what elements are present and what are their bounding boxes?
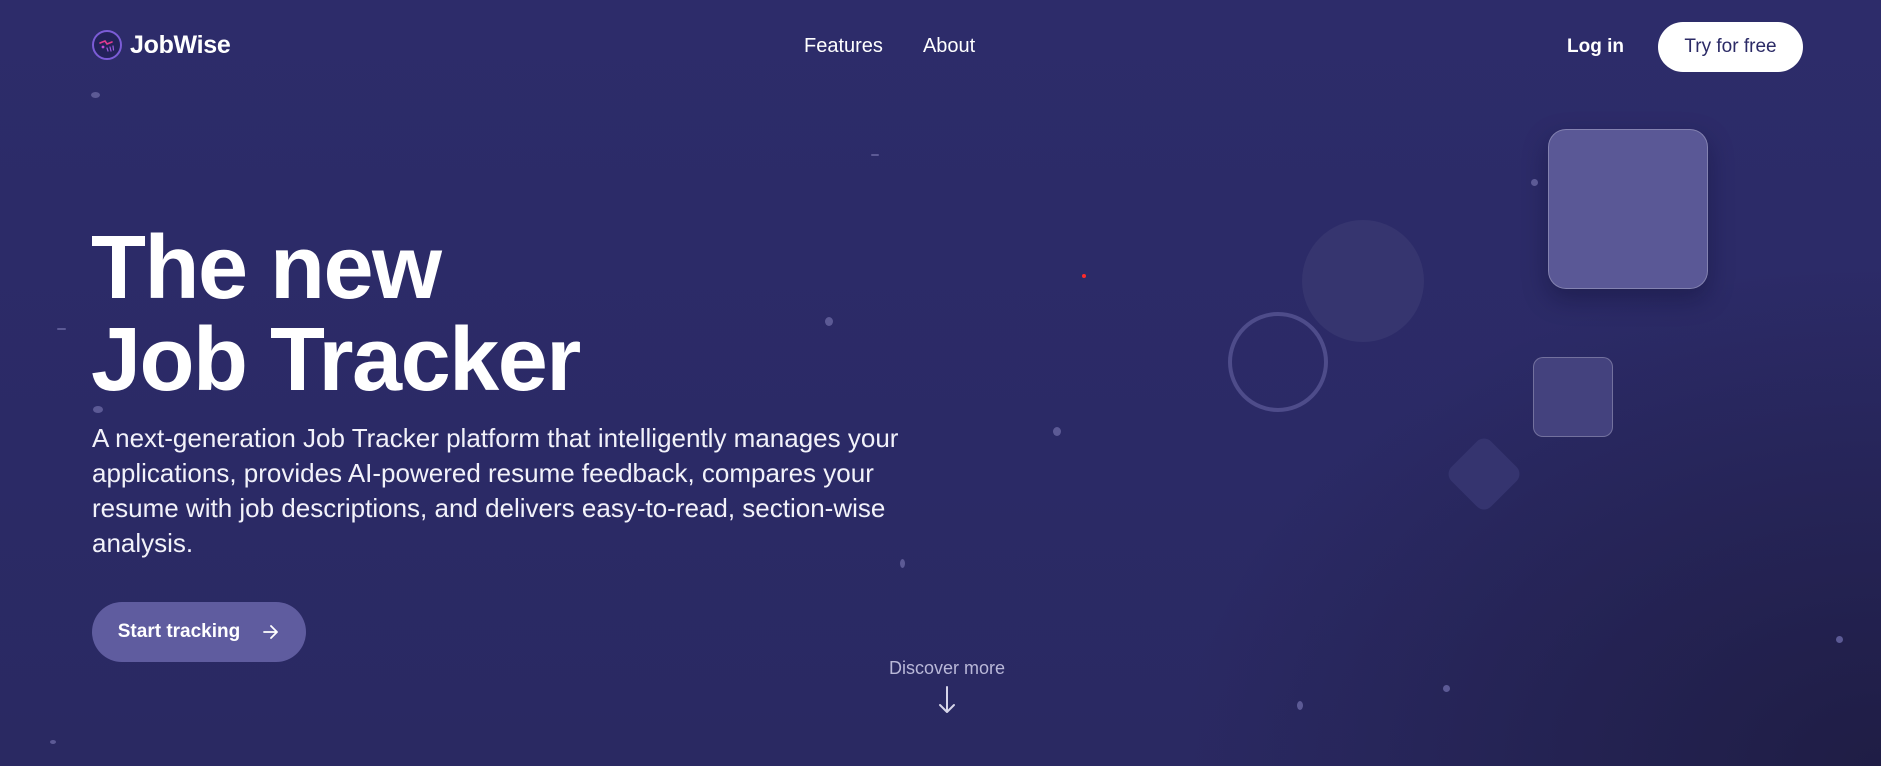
hero-description: A next-generation Job Tracker platform t… bbox=[92, 423, 899, 558]
hero-title-line-1: The new bbox=[91, 218, 442, 318]
login-link[interactable]: Log in bbox=[1567, 36, 1624, 58]
decorative-dot bbox=[91, 92, 100, 98]
decorative-circle bbox=[1302, 220, 1424, 342]
decorative-diamond bbox=[1444, 434, 1524, 514]
start-tracking-button[interactable]: Start tracking bbox=[92, 602, 306, 662]
decorative-dash bbox=[57, 328, 66, 330]
decorative-square-small bbox=[1533, 357, 1613, 437]
arrow-right-icon bbox=[262, 624, 280, 640]
decorative-dash bbox=[871, 154, 879, 156]
hero-title: The new Job Tracker bbox=[91, 218, 581, 410]
nav-link-features[interactable]: Features bbox=[804, 35, 883, 58]
top-nav: JobWise Features About Log in Try for fr… bbox=[0, 0, 1881, 95]
decorative-dot bbox=[1836, 636, 1843, 643]
decorative-dot bbox=[1443, 685, 1450, 692]
decorative-dot bbox=[1053, 427, 1061, 436]
decorative-ring bbox=[1228, 312, 1328, 412]
brand-name: JobWise bbox=[130, 30, 231, 59]
arrow-down-icon bbox=[867, 685, 1027, 715]
discover-more[interactable]: Discover more bbox=[867, 658, 1027, 715]
discover-more-label: Discover more bbox=[888, 658, 1006, 678]
decorative-red-dot bbox=[1082, 274, 1086, 278]
nav-links: Features About bbox=[804, 35, 975, 58]
jobwise-logo-icon bbox=[92, 30, 122, 60]
decorative-dot bbox=[825, 317, 833, 326]
start-tracking-label: Start tracking bbox=[117, 621, 241, 642]
decorative-dot bbox=[50, 740, 56, 744]
try-for-free-button[interactable]: Try for free bbox=[1658, 22, 1803, 72]
nav-link-about[interactable]: About bbox=[923, 35, 975, 58]
hero-title-line-2: Job Tracker bbox=[91, 310, 581, 410]
decorative-square-large bbox=[1548, 129, 1708, 289]
decorative-dot bbox=[1297, 701, 1303, 710]
decorative-dot bbox=[1531, 179, 1538, 186]
brand[interactable]: JobWise bbox=[92, 30, 231, 60]
